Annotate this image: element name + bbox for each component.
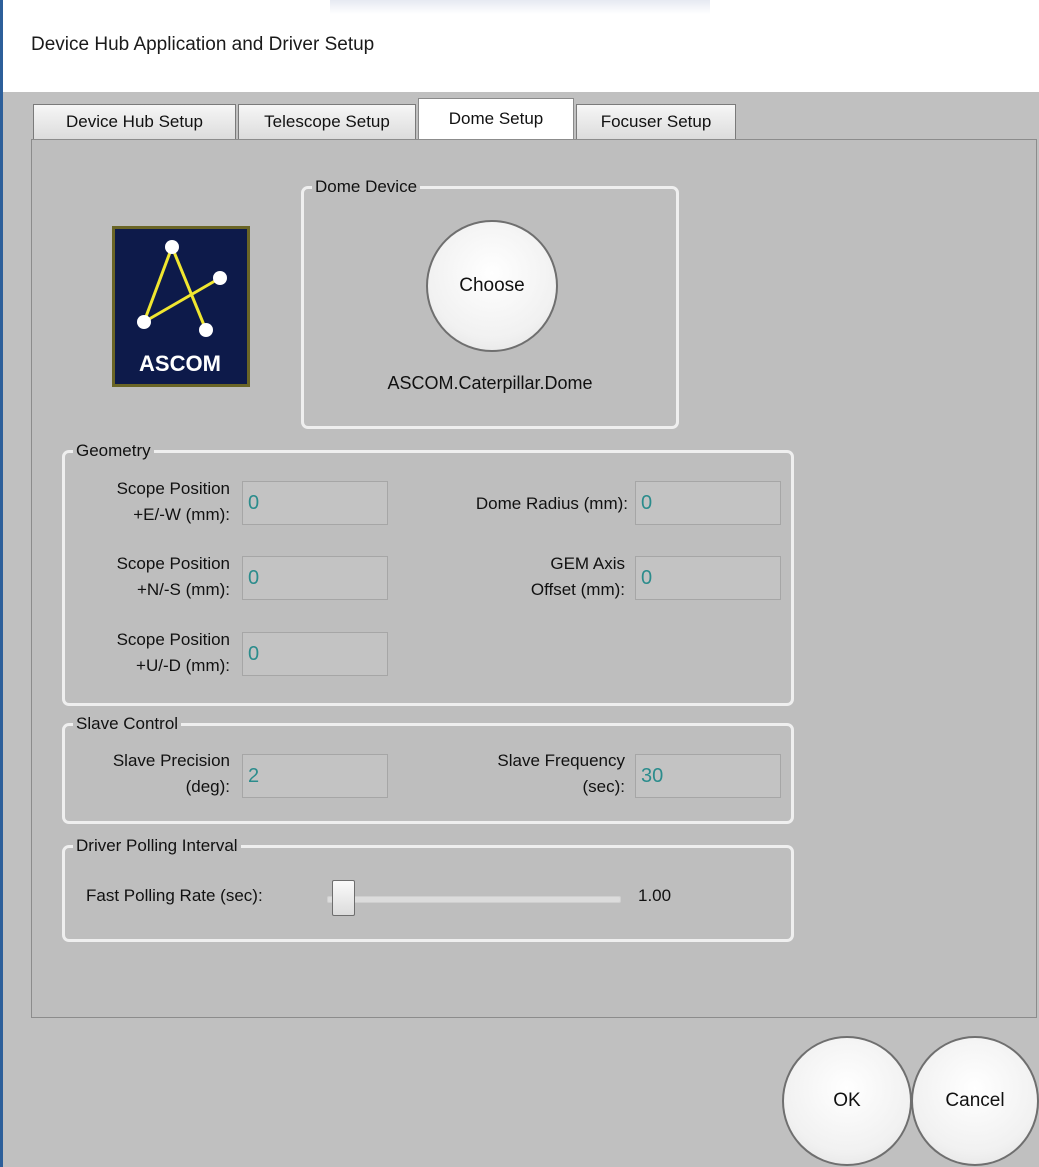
ascom-logo-icon: ASCOM: [112, 226, 250, 387]
ok-button[interactable]: OK: [782, 1036, 912, 1166]
slave-control-legend: Slave Control: [73, 713, 182, 735]
selected-dome-device: ASCOM.Caterpillar.Dome: [387, 373, 593, 393]
dome-device-legend: Dome Device: [312, 176, 421, 198]
scope-position-ns-input[interactable]: 0: [242, 556, 388, 600]
slave-frequency-label: Slave Frequency (sec):: [497, 751, 625, 796]
dome-radius-input[interactable]: 0: [635, 481, 781, 525]
ascom-logo: ASCOM: [112, 226, 250, 387]
scope-position-ns-label: Scope Position +N/-S (mm):: [116, 554, 230, 599]
tab-focuser-setup[interactable]: Focuser Setup: [576, 104, 736, 139]
tab-dome-setup[interactable]: Dome Setup: [418, 98, 574, 139]
title-bar-shadow: [330, 0, 710, 14]
slave-precision-input[interactable]: 2: [242, 754, 388, 798]
driver-polling-legend: Driver Polling Interval: [73, 835, 241, 857]
scope-position-ud-label: Scope Position +U/-D (mm):: [116, 630, 230, 675]
gem-axis-offset-label: GEM Axis Offset (mm):: [530, 554, 625, 599]
tab-telescope-setup[interactable]: Telescope Setup: [238, 104, 416, 139]
ascom-logo-text: ASCOM: [139, 351, 221, 376]
tab-device-hub-setup[interactable]: Device Hub Setup: [33, 104, 236, 139]
gem-axis-offset-input[interactable]: 0: [635, 556, 781, 600]
fast-polling-rate-slider-thumb[interactable]: [332, 880, 355, 916]
scope-position-ew-input[interactable]: 0: [242, 481, 388, 525]
choose-button[interactable]: Choose: [426, 220, 558, 352]
fast-polling-rate-label: Fast Polling Rate (sec):: [86, 886, 263, 905]
window-title: Device Hub Application and Driver Setup: [31, 34, 375, 55]
cancel-button[interactable]: Cancel: [911, 1036, 1039, 1166]
fast-polling-rate-value: 1.00: [638, 886, 672, 905]
dome-radius-label: Dome Radius (mm):: [475, 494, 628, 513]
slave-precision-label: Slave Precision (deg):: [112, 751, 230, 796]
scope-position-ew-label: Scope Position +E/-W (mm):: [116, 479, 230, 524]
fast-polling-rate-track[interactable]: [327, 896, 621, 903]
slave-frequency-input[interactable]: 30: [635, 754, 781, 798]
scope-position-ud-input[interactable]: 0: [242, 632, 388, 676]
geometry-legend: Geometry: [73, 440, 154, 462]
